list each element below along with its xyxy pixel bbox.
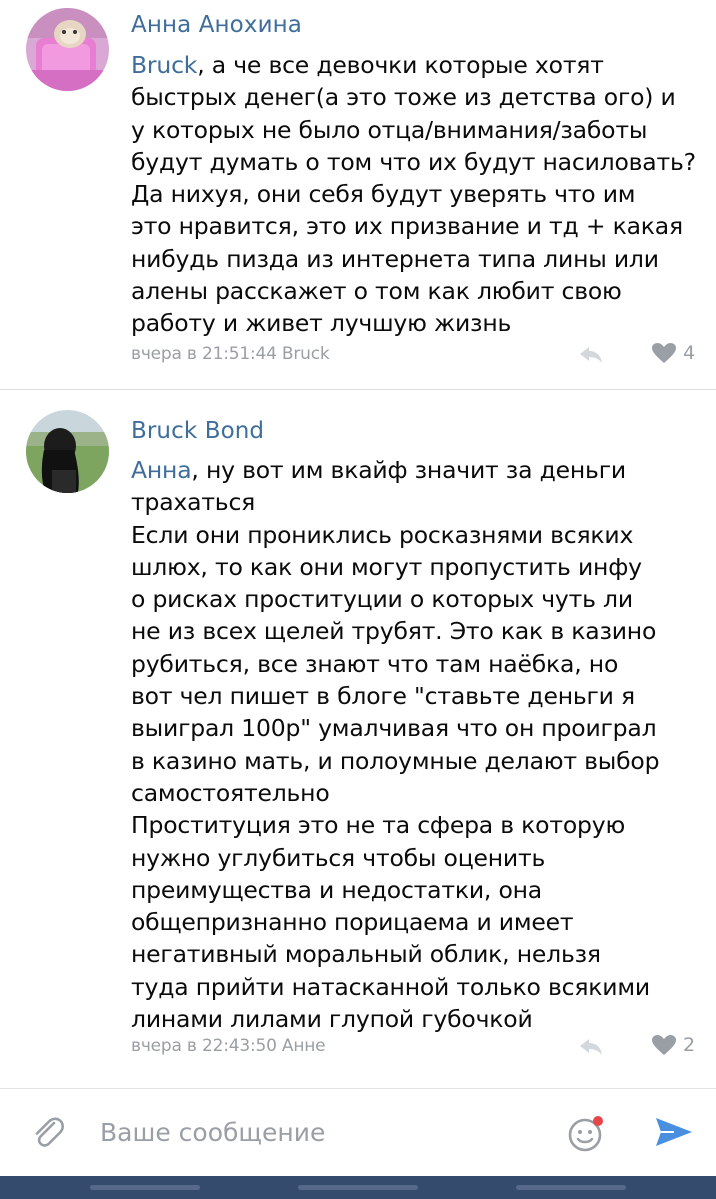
- nav-pill[interactable]: [298, 1185, 418, 1190]
- comment-body: , а че все девочки которые хотят быстрых…: [131, 51, 696, 338]
- heart-icon: [652, 343, 676, 363]
- avatar-image: [26, 8, 109, 91]
- comment-meta: вчера в 21:51:44 Bruck: [131, 344, 330, 364]
- like-count: 4: [683, 342, 696, 364]
- author-name[interactable]: Bruck Bond: [131, 418, 264, 444]
- mention-link[interactable]: Анна: [131, 456, 192, 484]
- message-input[interactable]: [98, 1109, 562, 1155]
- comment-text: Анна, ну вот им вкайф значит за деньги т…: [131, 454, 701, 1035]
- reply-icon[interactable]: [578, 345, 604, 369]
- author-name[interactable]: Анна Анохина: [131, 12, 302, 38]
- comment-text: Bruck, а че все девочки которые хотят бы…: [131, 49, 701, 340]
- like-button[interactable]: 4: [651, 342, 695, 364]
- reply-icon[interactable]: [578, 1037, 604, 1061]
- heart-icon: [652, 1035, 676, 1055]
- send-icon[interactable]: [654, 1116, 694, 1152]
- avatar-image: [26, 410, 109, 493]
- like-count: 2: [683, 1034, 696, 1056]
- like-button[interactable]: 2: [651, 1034, 695, 1056]
- avatar[interactable]: [26, 410, 109, 493]
- emoji-icon[interactable]: [567, 1113, 607, 1157]
- comment: Анна Анохина Bruck, а че все девочки кот…: [0, 0, 716, 388]
- avatar[interactable]: [26, 8, 109, 91]
- comment: Bruck Bond Анна, ну вот им вкайф значит …: [0, 390, 716, 1080]
- paperclip-icon[interactable]: [30, 1114, 66, 1154]
- comment-body: , ну вот им вкайф значит за деньги траха…: [131, 456, 660, 1034]
- nav-pill[interactable]: [90, 1185, 200, 1190]
- system-navbar: [0, 1176, 716, 1199]
- nav-pill[interactable]: [516, 1185, 626, 1190]
- comment-meta: вчера в 22:43:50 Анне: [131, 1036, 326, 1056]
- mention-link[interactable]: Bruck: [131, 51, 197, 79]
- message-composer: [0, 1088, 716, 1177]
